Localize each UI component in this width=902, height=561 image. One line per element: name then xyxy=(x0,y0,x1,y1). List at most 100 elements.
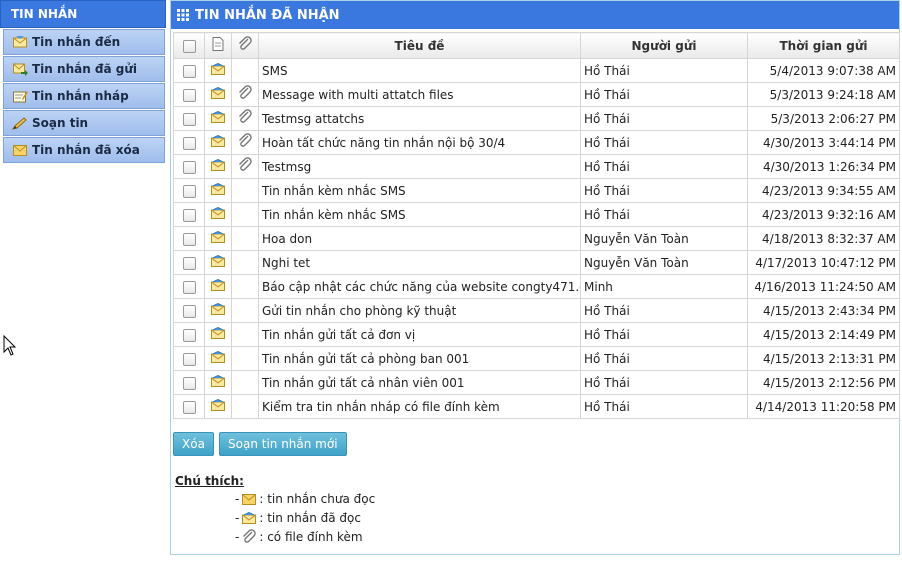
inbox-icon xyxy=(12,35,28,49)
row-subject[interactable]: Kiểm tra tin nhắn nháp có file đính kèm xyxy=(258,394,581,419)
column-subject[interactable]: Tiêu đề xyxy=(258,32,581,59)
row-sender: Hồ Thái xyxy=(580,82,748,107)
row-subject[interactable]: Tin nhắn gửi tất cả đơn vị xyxy=(258,322,581,347)
table-row[interactable]: Hoàn tất chức năng tin nhắn nội bộ 30/4 H… xyxy=(173,130,900,155)
row-checkbox[interactable] xyxy=(173,202,205,227)
row-sender: Hồ Thái xyxy=(580,370,748,395)
row-checkbox[interactable] xyxy=(173,226,205,251)
delete-button[interactable]: Xóa xyxy=(173,432,214,456)
read-mail-icon xyxy=(241,511,257,525)
row-subject[interactable]: SMS xyxy=(258,58,581,83)
row-sender: Hồ Thái xyxy=(580,178,748,203)
table-row[interactable]: Testmsg Hồ Thái 4/30/2013 1:26:34 PM xyxy=(173,154,900,179)
paperclip-icon xyxy=(237,133,253,152)
sidebar-item-sent[interactable]: Tin nhắn đã gửi xyxy=(3,56,165,82)
table-row[interactable]: Testmsg attatchs Hồ Thái 5/3/2013 2:06:27 … xyxy=(173,106,900,131)
row-time: 4/15/2013 2:43:34 PM xyxy=(747,298,900,323)
legend-attachment: - : có file đính kèm xyxy=(235,529,363,544)
row-sender: Nguyễn Văn Toàn xyxy=(580,250,748,275)
row-subject[interactable]: Hoàn tất chức năng tin nhắn nội bộ 30/4 xyxy=(258,130,581,155)
row-sender: Minh xyxy=(580,274,748,299)
row-subject[interactable]: Testmsg attatchs xyxy=(258,106,581,131)
read-mail-icon xyxy=(211,230,225,246)
deleted-icon xyxy=(12,143,28,157)
table-row[interactable]: Tin nhắn gửi tất cả nhân viên 001 Hồ Thái… xyxy=(173,370,900,395)
row-time: 5/4/2013 9:07:38 AM xyxy=(747,58,900,83)
row-subject[interactable]: Tin nhắn kèm nhắc SMS xyxy=(258,202,581,227)
paperclip-icon xyxy=(241,529,257,544)
row-sender: Hồ Thái xyxy=(580,346,748,371)
row-sender: Nguyễn Văn Toàn xyxy=(580,226,748,251)
table-row[interactable]: Tin nhắn kèm nhắc SMS Hồ Thái 4/23/2013 9:… xyxy=(173,178,900,203)
row-time: 4/14/2013 11:20:58 PM xyxy=(747,394,900,419)
table-row[interactable]: Kiểm tra tin nhắn nháp có file đính kèm H… xyxy=(173,394,900,419)
compose-icon xyxy=(12,116,28,130)
row-checkbox[interactable] xyxy=(173,82,205,107)
main-panel: TIN NHẮN ĐÃ NHẬN Tiêu đề Người gửi Thời … xyxy=(170,0,900,555)
row-checkbox[interactable] xyxy=(173,178,205,203)
table-row[interactable]: Hoa don Nguyễn Văn Toàn 4/18/2013 8:32:37 … xyxy=(173,226,900,251)
row-checkbox[interactable] xyxy=(173,370,205,395)
column-sender[interactable]: Người gửi xyxy=(580,32,748,59)
table-row[interactable]: SMS Hồ Thái 5/4/2013 9:07:38 AM xyxy=(173,58,900,83)
sidebar-item-label: Tin nhắn đã gửi xyxy=(32,62,138,76)
mouse-cursor-icon xyxy=(3,334,17,360)
table-header-row: Tiêu đề Người gửi Thời gian gửi xyxy=(173,32,900,59)
row-subject[interactable]: Tin nhắn kèm nhắc SMS xyxy=(258,178,581,203)
row-checkbox[interactable] xyxy=(173,274,205,299)
row-subject[interactable]: Nghi tet xyxy=(258,250,581,275)
row-subject[interactable]: Báo cập nhật các chức năng của website c… xyxy=(258,274,581,299)
legend-read-label: : tin nhắn đã đọc xyxy=(259,511,361,525)
sidebar-item-drafts[interactable]: Tin nhắn nháp xyxy=(3,83,165,109)
sidebar-item-deleted[interactable]: Tin nhắn đã xóa xyxy=(3,137,165,163)
table-row[interactable]: Nghi tet Nguyễn Văn Toàn 4/17/2013 10:47:1… xyxy=(173,250,900,275)
read-mail-icon xyxy=(211,62,225,78)
row-checkbox[interactable] xyxy=(173,154,205,179)
row-time: 5/3/2013 9:24:18 AM xyxy=(747,82,900,107)
table-row[interactable]: Gửi tin nhắn cho phòng kỹ thuật Hồ Thái 4/… xyxy=(173,298,900,323)
sidebar-item-label: Tin nhắn đến xyxy=(32,35,121,49)
row-checkbox[interactable] xyxy=(173,298,205,323)
row-subject[interactable]: Gửi tin nhắn cho phòng kỹ thuật xyxy=(258,298,581,323)
read-mail-icon xyxy=(211,398,225,414)
row-subject[interactable]: Tin nhắn gửi tất cả phòng ban 001 xyxy=(258,346,581,371)
table-row[interactable]: Message with multi attatch files Hồ Thái 5… xyxy=(173,82,900,107)
row-checkbox[interactable] xyxy=(173,58,205,83)
sidebar-item-compose[interactable]: Soạn tin xyxy=(3,110,165,136)
row-checkbox[interactable] xyxy=(173,250,205,275)
row-checkbox[interactable] xyxy=(173,130,205,155)
row-sender: Hồ Thái xyxy=(580,394,748,419)
legend-attachment-label: : có file đính kèm xyxy=(259,530,363,544)
table-row[interactable]: Tin nhắn kèm nhắc SMS Hồ Thái 4/23/2013 9:… xyxy=(173,202,900,227)
compose-new-button[interactable]: Soạn tin nhắn mới xyxy=(219,432,347,456)
column-time[interactable]: Thời gian gửi xyxy=(747,32,900,59)
message-table: Tiêu đề Người gửi Thời gian gửi SMS Hồ Th… xyxy=(173,32,900,419)
legend-unread-label: : tin nhắn chưa đọc xyxy=(259,492,376,506)
row-checkbox[interactable] xyxy=(173,394,205,419)
row-checkbox[interactable] xyxy=(173,106,205,131)
select-all-checkbox[interactable] xyxy=(173,32,205,59)
read-mail-icon xyxy=(211,254,225,270)
sidebar-item-inbox[interactable]: Tin nhắn đến xyxy=(3,29,165,55)
row-time: 4/18/2013 8:32:37 AM xyxy=(747,226,900,251)
page-title: TIN NHẮN ĐÃ NHẬN xyxy=(195,7,340,23)
row-checkbox[interactable] xyxy=(173,322,205,347)
row-subject[interactable]: Message with multi attatch files xyxy=(258,82,581,107)
row-sender: Hồ Thái xyxy=(580,58,748,83)
row-subject[interactable]: Tin nhắn gửi tất cả nhân viên 001 xyxy=(258,370,581,395)
row-sender: Hồ Thái xyxy=(580,154,748,179)
sidebar-item-label: Soạn tin xyxy=(32,116,89,130)
table-row[interactable]: Tin nhắn gửi tất cả phòng ban 001 Hồ Thái… xyxy=(173,346,900,371)
row-checkbox[interactable] xyxy=(173,346,205,371)
legend-read: - : tin nhắn đã đọc xyxy=(235,511,361,525)
table-row[interactable]: Tin nhắn gửi tất cả đơn vị Hồ Thái 4/15/20… xyxy=(173,322,900,347)
read-mail-icon xyxy=(211,326,225,342)
sent-icon xyxy=(12,62,28,76)
row-subject[interactable]: Testmsg xyxy=(258,154,581,179)
paperclip-icon xyxy=(237,85,253,104)
table-row[interactable]: Báo cập nhật các chức năng của website c… xyxy=(173,274,900,299)
row-subject[interactable]: Hoa don xyxy=(258,226,581,251)
read-mail-icon xyxy=(211,134,225,150)
legend-unread: - : tin nhắn chưa đọc xyxy=(235,492,376,506)
read-mail-icon xyxy=(211,110,225,126)
